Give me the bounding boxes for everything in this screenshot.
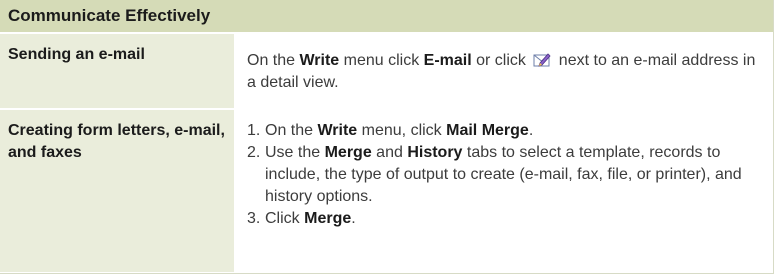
step-number: 2. (247, 144, 261, 161)
table-title: Communicate Effectively (8, 6, 211, 25)
step-number: 3. (247, 210, 261, 227)
row-label: Sending an e-mail (0, 34, 236, 108)
menu-name-write: Write (317, 122, 358, 139)
list-item: 2. Use the Merge and History tabs to sele… (247, 142, 765, 208)
text-span: Click (265, 210, 305, 227)
command-name-mail-merge: Mail Merge (446, 122, 529, 139)
button-name-merge: Merge (304, 210, 352, 227)
list-item: 3. Click Merge. (247, 208, 765, 230)
steps-list: 1. On the Write menu, click Mail Merge. 2… (247, 120, 765, 230)
tab-name-merge: Merge (324, 144, 372, 161)
text-span: . (528, 122, 534, 139)
row-label: Creating form letters, e-mail, and faxes (0, 110, 236, 272)
table-row-sending-email: Sending an e-mail On the Write menu clic… (0, 34, 773, 110)
list-item: 1. On the Write menu, click Mail Merge. (247, 120, 765, 142)
text-span: On the (247, 52, 300, 69)
text-span: On the (265, 122, 318, 139)
menu-name-write: Write (299, 52, 340, 69)
row-content: On the Write menu click E-mail or click … (236, 34, 773, 108)
step-number: 1. (247, 122, 261, 139)
text-span: or click (471, 52, 531, 69)
communicate-effectively-table: Communicate Effectively Sending an e-mai… (0, 0, 774, 274)
table-row-form-letters: Creating form letters, e-mail, and faxes… (0, 110, 773, 272)
text-span: menu, click (357, 122, 447, 139)
table-header: Communicate Effectively (0, 0, 773, 34)
text-span: menu click (339, 52, 424, 69)
row-content: 1. On the Write menu, click Mail Merge. 2… (236, 110, 773, 272)
text-span: . (351, 210, 356, 227)
tab-name-history: History (407, 144, 463, 161)
command-name-email: E-mail (423, 52, 472, 69)
text-span: Use the (265, 144, 325, 161)
email-pencil-icon (533, 52, 551, 68)
text-span: and (371, 144, 408, 161)
